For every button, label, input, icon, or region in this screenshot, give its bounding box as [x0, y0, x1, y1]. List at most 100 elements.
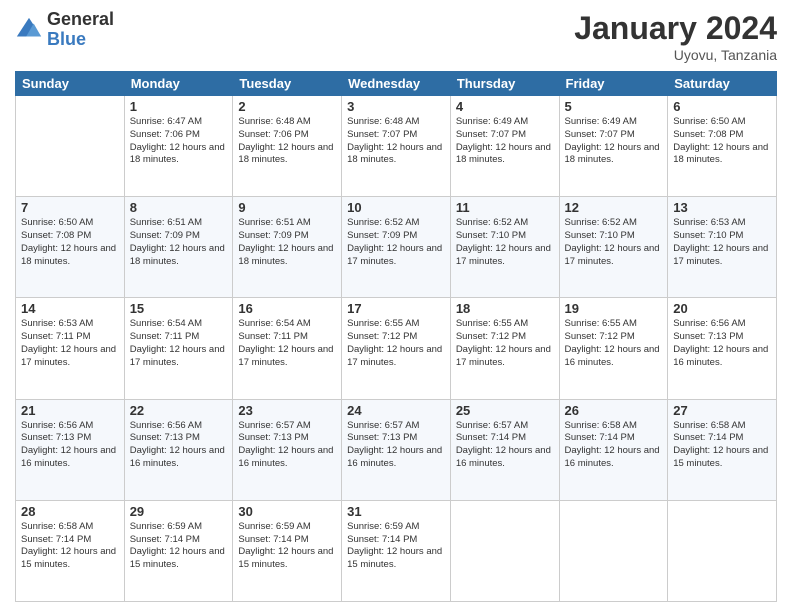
day-number: 2	[238, 99, 336, 114]
day-info: Sunrise: 6:56 AMSunset: 7:13 PMDaylight:…	[673, 318, 771, 369]
location: Uyovu, Tanzania	[574, 47, 777, 63]
day-cell: 14 Sunrise: 6:53 AMSunset: 7:11 PMDayligh…	[16, 298, 125, 399]
day-cell: 8 Sunrise: 6:51 AMSunset: 7:09 PMDaylight…	[124, 197, 233, 298]
week-row-4: 28Sunrise: 6:58 AMSunset: 7:14 PMDayligh…	[16, 500, 777, 601]
day-info: Sunrise: 6:57 AMSunset: 7:14 PMDaylight:…	[456, 420, 554, 471]
day-number: 31	[347, 504, 445, 519]
day-cell	[450, 500, 559, 601]
day-cell: 2 Sunrise: 6:48 AMSunset: 7:06 PMDaylight…	[233, 96, 342, 197]
day-cell: 20 Sunrise: 6:56 AMSunset: 7:13 PMDayligh…	[668, 298, 777, 399]
week-row-3: 21 Sunrise: 6:56 AMSunset: 7:13 PMDayligh…	[16, 399, 777, 500]
day-info: Sunrise: 6:56 AMSunset: 7:13 PMDaylight:…	[21, 420, 119, 471]
day-number: 29	[130, 504, 228, 519]
logo-icon	[15, 16, 43, 44]
day-info: Sunrise: 6:57 AMSunset: 7:13 PMDaylight:…	[238, 420, 336, 471]
day-number: 24	[347, 403, 445, 418]
day-cell: 15Sunrise: 6:54 AMSunset: 7:11 PMDayligh…	[124, 298, 233, 399]
week-row-0: 1Sunrise: 6:47 AMSunset: 7:06 PMDaylight…	[16, 96, 777, 197]
day-info: Sunrise: 6:52 AMSunset: 7:09 PMDaylight:…	[347, 217, 445, 268]
day-cell: 3Sunrise: 6:48 AMSunset: 7:07 PMDaylight…	[342, 96, 451, 197]
day-cell: 1Sunrise: 6:47 AMSunset: 7:06 PMDaylight…	[124, 96, 233, 197]
day-number: 22	[130, 403, 228, 418]
day-number: 19	[565, 301, 663, 316]
day-number: 5	[565, 99, 663, 114]
day-cell: 31 Sunrise: 6:59 AMSunset: 7:14 PMDayligh…	[342, 500, 451, 601]
logo-general: General	[47, 10, 114, 30]
day-info: Sunrise: 6:48 AMSunset: 7:06 PMDaylight:…	[238, 116, 336, 167]
month-title: January 2024	[574, 10, 777, 47]
header: General Blue January 2024 Uyovu, Tanzani…	[15, 10, 777, 63]
day-info: Sunrise: 6:51 AMSunset: 7:09 PMDaylight:…	[130, 217, 228, 268]
day-info: Sunrise: 6:51 AMSunset: 7:09 PMDaylight:…	[238, 217, 336, 268]
day-info: Sunrise: 6:59 AMSunset: 7:14 PMDaylight:…	[347, 521, 445, 572]
day-cell: 12Sunrise: 6:52 AMSunset: 7:10 PMDayligh…	[559, 197, 668, 298]
day-number: 8	[130, 200, 228, 215]
day-info: Sunrise: 6:59 AMSunset: 7:14 PMDaylight:…	[238, 521, 336, 572]
weekday-sunday: Sunday	[16, 72, 125, 96]
day-info: Sunrise: 6:54 AMSunset: 7:11 PMDaylight:…	[238, 318, 336, 369]
day-info: Sunrise: 6:56 AMSunset: 7:13 PMDaylight:…	[130, 420, 228, 471]
day-info: Sunrise: 6:48 AMSunset: 7:07 PMDaylight:…	[347, 116, 445, 167]
day-info: Sunrise: 6:53 AMSunset: 7:11 PMDaylight:…	[21, 318, 119, 369]
day-number: 14	[21, 301, 119, 316]
day-cell	[668, 500, 777, 601]
day-number: 23	[238, 403, 336, 418]
day-cell	[16, 96, 125, 197]
day-number: 17	[347, 301, 445, 316]
day-cell: 4 Sunrise: 6:49 AMSunset: 7:07 PMDaylight…	[450, 96, 559, 197]
day-info: Sunrise: 6:55 AMSunset: 7:12 PMDaylight:…	[565, 318, 663, 369]
day-cell: 19 Sunrise: 6:55 AMSunset: 7:12 PMDayligh…	[559, 298, 668, 399]
day-info: Sunrise: 6:49 AMSunset: 7:07 PMDaylight:…	[456, 116, 554, 167]
day-info: Sunrise: 6:52 AMSunset: 7:10 PMDaylight:…	[456, 217, 554, 268]
day-cell: 21 Sunrise: 6:56 AMSunset: 7:13 PMDayligh…	[16, 399, 125, 500]
day-number: 18	[456, 301, 554, 316]
day-cell: 16 Sunrise: 6:54 AMSunset: 7:11 PMDayligh…	[233, 298, 342, 399]
day-cell: 25Sunrise: 6:57 AMSunset: 7:14 PMDayligh…	[450, 399, 559, 500]
day-number: 11	[456, 200, 554, 215]
day-number: 1	[130, 99, 228, 114]
day-number: 16	[238, 301, 336, 316]
weekday-thursday: Thursday	[450, 72, 559, 96]
day-cell: 27 Sunrise: 6:58 AMSunset: 7:14 PMDayligh…	[668, 399, 777, 500]
day-number: 13	[673, 200, 771, 215]
day-number: 30	[238, 504, 336, 519]
day-number: 20	[673, 301, 771, 316]
day-cell: 6Sunrise: 6:50 AMSunset: 7:08 PMDaylight…	[668, 96, 777, 197]
day-info: Sunrise: 6:52 AMSunset: 7:10 PMDaylight:…	[565, 217, 663, 268]
day-cell: 30 Sunrise: 6:59 AMSunset: 7:14 PMDayligh…	[233, 500, 342, 601]
logo: General Blue	[15, 10, 114, 50]
title-block: January 2024 Uyovu, Tanzania	[574, 10, 777, 63]
day-cell: 29Sunrise: 6:59 AMSunset: 7:14 PMDayligh…	[124, 500, 233, 601]
day-cell: 24 Sunrise: 6:57 AMSunset: 7:13 PMDayligh…	[342, 399, 451, 500]
logo-blue: Blue	[47, 30, 114, 50]
logo-text: General Blue	[47, 10, 114, 50]
day-info: Sunrise: 6:57 AMSunset: 7:13 PMDaylight:…	[347, 420, 445, 471]
day-cell: 28Sunrise: 6:58 AMSunset: 7:14 PMDayligh…	[16, 500, 125, 601]
calendar-table: SundayMondayTuesdayWednesdayThursdayFrid…	[15, 71, 777, 602]
day-number: 4	[456, 99, 554, 114]
day-number: 27	[673, 403, 771, 418]
day-cell: 13 Sunrise: 6:53 AMSunset: 7:10 PMDayligh…	[668, 197, 777, 298]
day-cell: 9 Sunrise: 6:51 AMSunset: 7:09 PMDaylight…	[233, 197, 342, 298]
weekday-saturday: Saturday	[668, 72, 777, 96]
day-cell: 5Sunrise: 6:49 AMSunset: 7:07 PMDaylight…	[559, 96, 668, 197]
weekday-header-row: SundayMondayTuesdayWednesdayThursdayFrid…	[16, 72, 777, 96]
day-info: Sunrise: 6:53 AMSunset: 7:10 PMDaylight:…	[673, 217, 771, 268]
day-info: Sunrise: 6:58 AMSunset: 7:14 PMDaylight:…	[21, 521, 119, 572]
day-cell: 17Sunrise: 6:55 AMSunset: 7:12 PMDayligh…	[342, 298, 451, 399]
day-number: 10	[347, 200, 445, 215]
weekday-wednesday: Wednesday	[342, 72, 451, 96]
day-cell: 7Sunrise: 6:50 AMSunset: 7:08 PMDaylight…	[16, 197, 125, 298]
day-number: 15	[130, 301, 228, 316]
weekday-tuesday: Tuesday	[233, 72, 342, 96]
page: General Blue January 2024 Uyovu, Tanzani…	[0, 0, 792, 612]
day-info: Sunrise: 6:58 AMSunset: 7:14 PMDaylight:…	[565, 420, 663, 471]
day-info: Sunrise: 6:55 AMSunset: 7:12 PMDaylight:…	[456, 318, 554, 369]
day-cell: 26Sunrise: 6:58 AMSunset: 7:14 PMDayligh…	[559, 399, 668, 500]
day-number: 9	[238, 200, 336, 215]
weekday-monday: Monday	[124, 72, 233, 96]
day-info: Sunrise: 6:58 AMSunset: 7:14 PMDaylight:…	[673, 420, 771, 471]
day-cell: 22 Sunrise: 6:56 AMSunset: 7:13 PMDayligh…	[124, 399, 233, 500]
day-cell	[559, 500, 668, 601]
day-number: 21	[21, 403, 119, 418]
